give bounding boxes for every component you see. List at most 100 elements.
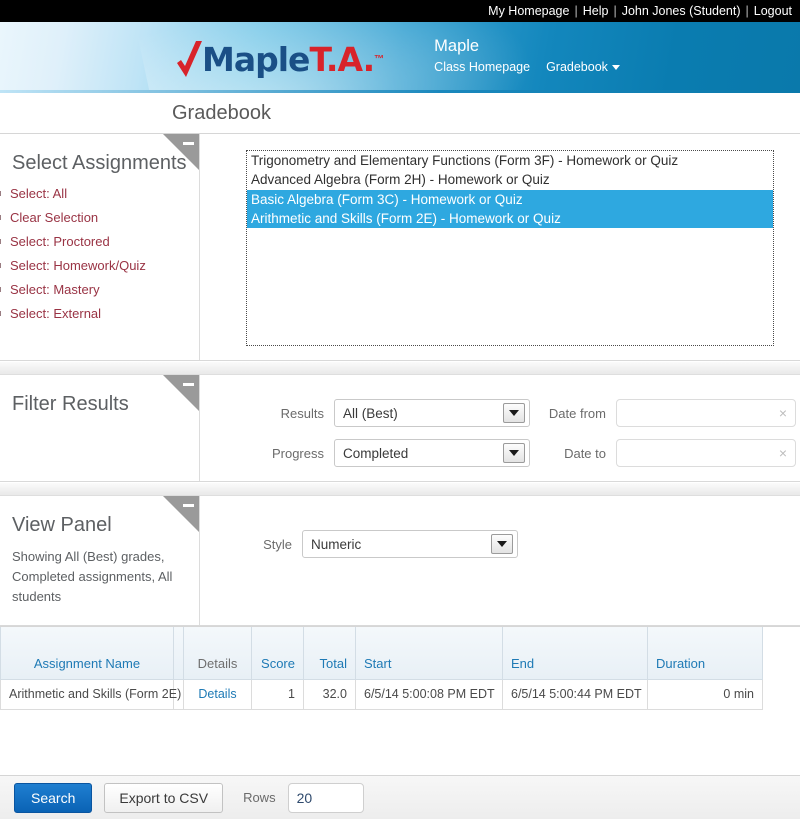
nav-gradebook[interactable]: Gradebook (546, 60, 620, 76)
minus-glyph (183, 383, 194, 386)
export-csv-button[interactable]: Export to CSV (104, 782, 224, 813)
cell-start: 6/5/14 5:00:08 PM EDT (355, 678, 503, 710)
top-link-separator-1: | (574, 4, 578, 18)
column-header-start[interactable]: Start (355, 627, 503, 680)
link-select-homework-quiz[interactable]: Select: Homework/Quiz (10, 258, 146, 273)
top-link-separator-2: | (613, 4, 617, 18)
progress-label: Progress (271, 445, 324, 461)
link-select-external[interactable]: Select: External (10, 306, 101, 321)
maple-ta-logo[interactable]: Maple T.A. ™ (175, 22, 384, 90)
class-name: Maple (434, 37, 480, 56)
nav-class-homepage[interactable]: Class Homepage (434, 60, 530, 76)
column-header-end[interactable]: End (502, 627, 648, 680)
logo-text-ta: T.A. (309, 39, 375, 79)
bottom-action-bar: Search Export to CSV Rows (0, 775, 800, 819)
link-select-proctored[interactable]: Select: Proctored (10, 234, 110, 249)
logo-text-maple: Maple (202, 39, 310, 79)
close-icon[interactable]: × (779, 406, 787, 420)
results-label: Results (280, 405, 324, 421)
view-panel-summary: Showing All (Best) grades, Completed ass… (12, 549, 173, 605)
search-button[interactable]: Search (14, 782, 93, 813)
chevron-down-icon[interactable] (503, 403, 525, 423)
filter-results-left: Filter Results (0, 375, 200, 481)
list-item[interactable]: Arithmetic and Skills (Form 2E) - Homewo… (247, 208, 773, 229)
view-panel-right: Style Numeric (200, 496, 800, 625)
date-to-label: Date to (564, 445, 606, 461)
logo-trademark: ™ (374, 53, 385, 65)
list-item: Select: Mastery (0, 281, 189, 299)
link-clear-selection[interactable]: Clear Selection (10, 210, 98, 225)
date-to-field-row: Date to × (530, 439, 796, 467)
view-panel-left: View Panel Showing All (Best) grades, Co… (0, 496, 200, 626)
progress-select[interactable]: Completed (334, 439, 530, 467)
top-link-logout[interactable]: Logout (754, 4, 792, 18)
filter-results-right: Results All (Best) Progress Completed Da… (200, 375, 800, 481)
rows-input[interactable] (287, 782, 364, 813)
date-from-field-row: Date from × (530, 399, 796, 427)
top-link-separator-3: | (745, 4, 749, 18)
column-header-total[interactable]: Total (303, 627, 356, 680)
date-from-label: Date from (548, 405, 606, 421)
top-link-help[interactable]: Help (583, 4, 609, 18)
filter-form: Results All (Best) Progress Completed Da… (216, 387, 796, 467)
assignments-listbox[interactable]: Trigonometry and Elementary Functions (F… (246, 150, 774, 346)
select-assignments-left: Select Assignments Select: All Clear Sel… (0, 134, 200, 360)
link-select-mastery[interactable]: Select: Mastery (10, 282, 100, 297)
table-row: Arithmetic and Skills (Form 2E) Details … (0, 678, 763, 710)
check-icon (175, 39, 205, 79)
list-item[interactable]: Advanced Algebra (Form 2H) - Homework or… (247, 170, 773, 189)
rows-label: Rows (243, 790, 276, 805)
list-item: Select: External (0, 305, 189, 323)
style-select-value: Numeric (311, 536, 362, 552)
style-select[interactable]: Numeric (302, 530, 518, 558)
cell-total: 32.0 (303, 678, 356, 710)
column-header-assignment-name[interactable]: Assignment Name (0, 627, 174, 680)
panel-separator-2 (0, 482, 800, 496)
minus-glyph (183, 142, 194, 145)
chevron-down-icon[interactable] (491, 534, 513, 554)
cell-assignment-name: Arithmetic and Skills (Form 2E) (0, 678, 181, 710)
close-icon[interactable]: × (779, 446, 787, 460)
column-header-details: Details (183, 627, 252, 680)
banner-title-block: Maple Class Homepage Gradebook (434, 36, 620, 75)
column-header-duration[interactable]: Duration (647, 627, 763, 680)
chevron-down-icon[interactable] (503, 443, 525, 463)
top-link-my-homepage[interactable]: My Homepage (488, 4, 569, 18)
filter-form-column-right: Date from × Date to × (530, 399, 796, 467)
link-select-all[interactable]: Select: All (10, 186, 67, 201)
list-item[interactable]: Trigonometry and Elementary Functions (F… (247, 151, 773, 170)
chevron-down-icon (611, 65, 620, 71)
progress-select-value: Completed (343, 445, 409, 461)
results-select-value: All (Best) (343, 405, 398, 421)
banner-nav: Class Homepage Gradebook (434, 60, 620, 76)
list-item: Select: All (0, 185, 189, 203)
view-panel: View Panel Showing All (Best) grades, Co… (0, 496, 800, 627)
style-label: Style (263, 536, 292, 552)
list-item: Select: Homework/Quiz (0, 257, 189, 275)
filter-form-column-left: Results All (Best) Progress Completed (256, 399, 530, 467)
details-link[interactable]: Details (198, 687, 236, 701)
collapse-minus-icon-assignments[interactable] (163, 134, 199, 170)
minus-glyph (183, 504, 194, 507)
results-select[interactable]: All (Best) (334, 399, 530, 427)
collapse-minus-icon-view[interactable] (163, 496, 199, 532)
top-link-user-account[interactable]: John Jones (Student) (622, 4, 741, 18)
cell-duration: 0 min (647, 678, 763, 710)
page-title-strip: Gradebook (0, 93, 800, 134)
list-item[interactable]: Basic Algebra (Form 3C) - Homework or Qu… (247, 189, 773, 209)
results-table: Assignment Name Details Score Total Star… (0, 627, 763, 710)
column-header-spacer (173, 627, 184, 680)
select-assignments-links: Select: All Clear Selection Select: Proc… (0, 185, 189, 323)
list-item: Select: Proctored (0, 233, 189, 251)
cell-details[interactable]: Details (183, 678, 252, 710)
nav-gradebook-label: Gradebook (546, 60, 608, 74)
table-header-row: Assignment Name Details Score Total Star… (0, 627, 763, 680)
list-item: Clear Selection (0, 209, 189, 227)
filter-results-panel: Filter Results Results All (Best) Progre… (0, 375, 800, 482)
date-to-input[interactable]: × (616, 439, 796, 467)
results-field-row: Results All (Best) (256, 399, 530, 427)
date-from-input[interactable]: × (616, 399, 796, 427)
column-header-score[interactable]: Score (251, 627, 304, 680)
cell-score: 1 (251, 678, 304, 710)
collapse-minus-icon-filter[interactable] (163, 375, 199, 411)
